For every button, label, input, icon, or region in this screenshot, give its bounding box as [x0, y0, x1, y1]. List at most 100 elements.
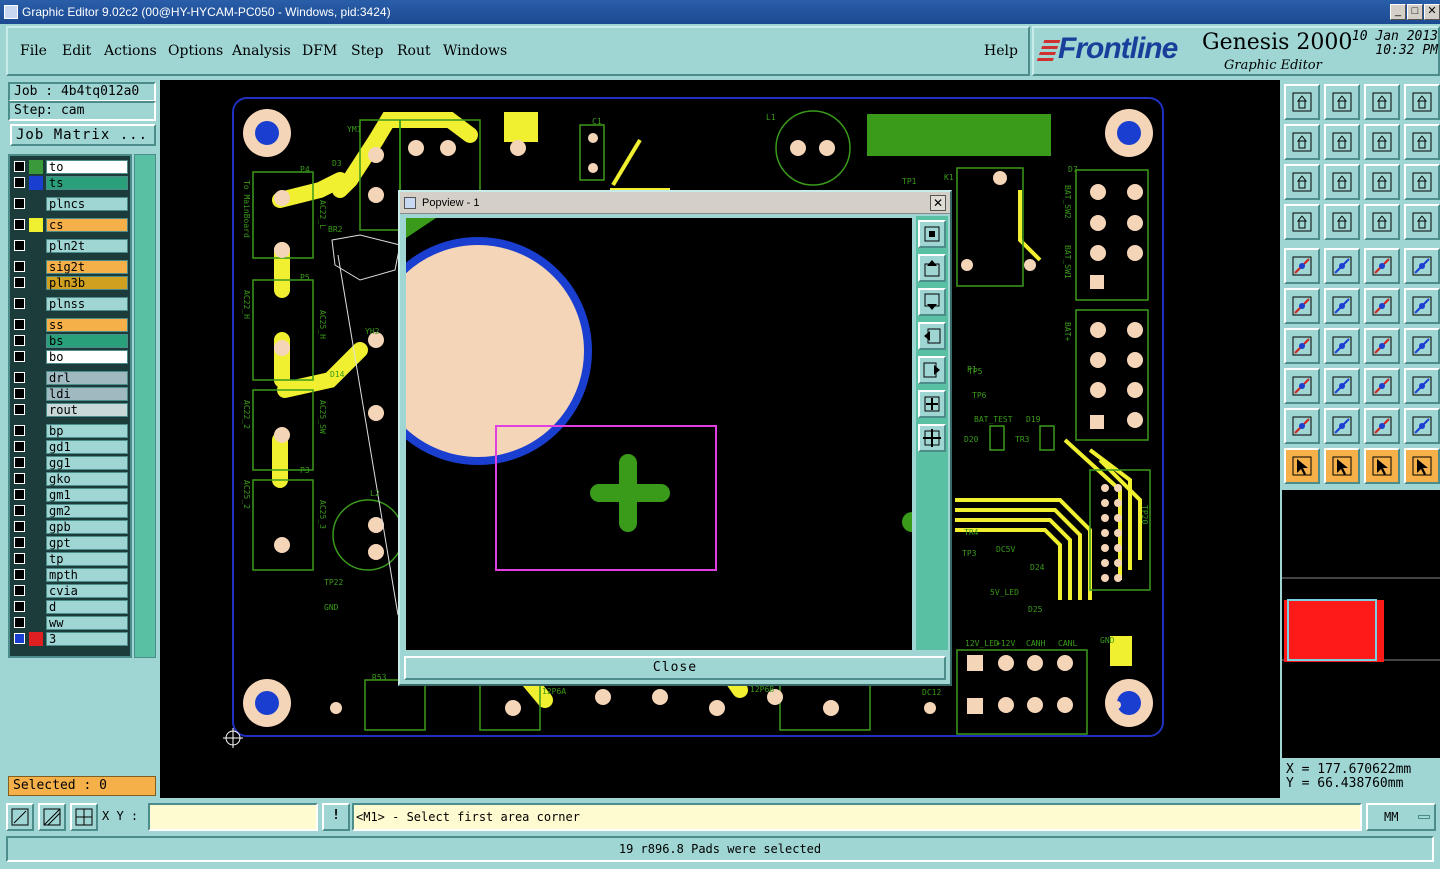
- layer-color-swatch[interactable]: [29, 403, 43, 417]
- move-left-button[interactable]: [1284, 124, 1320, 160]
- layer-color-swatch[interactable]: [29, 197, 43, 211]
- menu-windows[interactable]: Windows: [443, 43, 507, 59]
- layer-name[interactable]: bs: [46, 334, 128, 348]
- layer-name[interactable]: to: [46, 160, 128, 174]
- menu-edit[interactable]: Edit: [62, 43, 91, 59]
- select-red-2-button[interactable]: [1404, 204, 1440, 240]
- layer-color-swatch[interactable]: [29, 568, 43, 582]
- layer-row-sig2t[interactable]: sig2t: [12, 260, 130, 274]
- layer-checkbox[interactable]: [14, 569, 25, 580]
- layer-row-to[interactable]: to: [12, 160, 130, 174]
- layer-checkbox[interactable]: [14, 553, 25, 564]
- layer-name[interactable]: mpth: [46, 568, 128, 582]
- layer-color-swatch[interactable]: [29, 371, 43, 385]
- menu-actions[interactable]: Actions: [104, 43, 157, 59]
- minimize-button[interactable]: _: [1390, 4, 1406, 20]
- layer-name[interactable]: ts: [46, 176, 128, 190]
- layer-row-bp[interactable]: bp: [12, 424, 130, 438]
- layer-list-scrollbar[interactable]: [134, 154, 156, 658]
- layer-checkbox[interactable]: [14, 319, 25, 330]
- layer-row-gg1[interactable]: gg1: [12, 456, 130, 470]
- popview-close-button[interactable]: Close: [404, 656, 946, 680]
- layer-checkbox[interactable]: [14, 617, 25, 628]
- layer-row-ww[interactable]: ww: [12, 616, 130, 630]
- undo-view-button[interactable]: [1364, 124, 1400, 160]
- layer-settings-button[interactable]: [1284, 204, 1320, 240]
- layer-color-swatch[interactable]: [29, 276, 43, 290]
- layer-row-gpt[interactable]: gpt: [12, 536, 130, 550]
- pointer-button[interactable]: [1284, 448, 1320, 484]
- layer-color-swatch[interactable]: [29, 176, 43, 190]
- layer-row-pln3b[interactable]: pln3b: [12, 276, 130, 290]
- menu-dfm[interactable]: DFM: [302, 43, 337, 59]
- grid-toggle-button[interactable]: [1324, 204, 1360, 240]
- layer-color-swatch[interactable]: [29, 160, 43, 174]
- pointer-move-button[interactable]: [1364, 448, 1400, 484]
- layer-checkbox[interactable]: [14, 177, 25, 188]
- popview-fit-button[interactable]: [918, 220, 946, 248]
- fit-screen-button[interactable]: [1284, 164, 1320, 200]
- layer-color-swatch[interactable]: [29, 472, 43, 486]
- layer-name[interactable]: drl: [46, 371, 128, 385]
- layer-row-rout[interactable]: rout: [12, 403, 130, 417]
- layer-color-swatch[interactable]: [29, 318, 43, 332]
- layer-checkbox[interactable]: [14, 457, 25, 468]
- layer-row-gm1[interactable]: gm1: [12, 488, 130, 502]
- layer-name[interactable]: gm2: [46, 504, 128, 518]
- popview-pan-down-button[interactable]: [918, 288, 946, 316]
- add-via-button[interactable]: [1364, 288, 1400, 324]
- layer-name[interactable]: ss: [46, 318, 128, 332]
- layer-name[interactable]: gg1: [46, 456, 128, 470]
- layer-color-swatch[interactable]: [29, 218, 43, 232]
- layer-checkbox[interactable]: [14, 537, 25, 548]
- popview-pan-up-button[interactable]: [918, 254, 946, 282]
- layer-color-swatch[interactable]: [29, 239, 43, 253]
- layer-checkbox[interactable]: [14, 489, 25, 500]
- layer-color-swatch[interactable]: [29, 504, 43, 518]
- layer-checkbox[interactable]: [14, 219, 25, 230]
- menu-file[interactable]: File: [20, 43, 47, 59]
- layer-name[interactable]: bo: [46, 350, 128, 364]
- layer-row-cs[interactable]: cs: [12, 218, 130, 232]
- connect-nodes-button[interactable]: [1284, 288, 1320, 324]
- maximize-button[interactable]: □: [1407, 4, 1423, 20]
- layer-row-pln2t[interactable]: pln2t: [12, 239, 130, 253]
- layer-row-gm2[interactable]: gm2: [12, 504, 130, 518]
- layer-name[interactable]: gm1: [46, 488, 128, 502]
- layer-name[interactable]: sig2t: [46, 260, 128, 274]
- pointer-edit-button[interactable]: [1404, 448, 1440, 484]
- layer-checkbox[interactable]: [14, 161, 25, 172]
- popview-zoom-in-button[interactable]: [918, 390, 946, 418]
- layer-name[interactable]: gko: [46, 472, 128, 486]
- center-view-button[interactable]: [1324, 164, 1360, 200]
- pointer-select-button[interactable]: [1324, 448, 1360, 484]
- layer-row-gd1[interactable]: gd1: [12, 440, 130, 454]
- layer-name[interactable]: pln2t: [46, 239, 128, 253]
- layer-row-drl[interactable]: drl: [12, 371, 130, 385]
- layer-name[interactable]: ldi: [46, 387, 128, 401]
- layer-row-d[interactable]: d: [12, 600, 130, 614]
- layer-row-bo[interactable]: bo: [12, 350, 130, 364]
- layer-checkbox[interactable]: [14, 298, 25, 309]
- layer-row-ts[interactable]: ts: [12, 176, 130, 190]
- delete-node-button[interactable]: [1324, 288, 1360, 324]
- draw-arc-button[interactable]: [1324, 328, 1360, 364]
- layer-name[interactable]: cs: [46, 218, 128, 232]
- layer-checkbox[interactable]: [14, 585, 25, 596]
- layer-color-swatch[interactable]: [29, 600, 43, 614]
- execute-button[interactable]: !: [322, 803, 350, 831]
- move-right-button[interactable]: [1324, 124, 1360, 160]
- layer-checkbox[interactable]: [14, 277, 25, 288]
- layer-name[interactable]: cvia: [46, 584, 128, 598]
- layer-checkbox[interactable]: [14, 351, 25, 362]
- menu-help[interactable]: Help: [984, 43, 1018, 59]
- scale-one-to-one-button[interactable]: [1364, 164, 1400, 200]
- xy-input[interactable]: [148, 803, 318, 831]
- popview-pan-left-button[interactable]: [918, 322, 946, 350]
- menu-step[interactable]: Step: [351, 43, 383, 59]
- measure-button[interactable]: [1364, 368, 1400, 404]
- layer-name[interactable]: pln3b: [46, 276, 128, 290]
- layer-name[interactable]: 3: [46, 632, 128, 646]
- popview-zoom-out-button[interactable]: [918, 424, 946, 452]
- layer-checkbox[interactable]: [14, 505, 25, 516]
